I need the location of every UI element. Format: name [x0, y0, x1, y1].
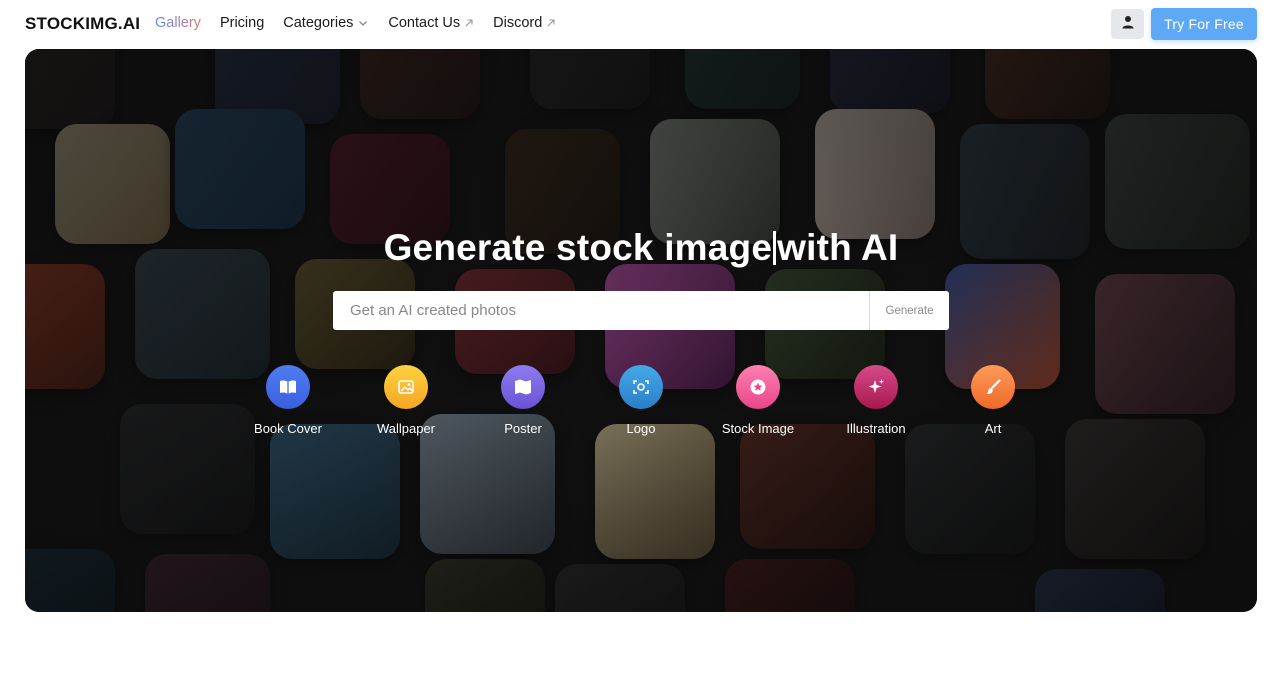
hero-overlay [25, 49, 1257, 612]
map-icon [501, 365, 545, 409]
nav-discord-label: Discord [493, 15, 543, 31]
brush-icon [971, 365, 1015, 409]
user-icon [1121, 15, 1135, 34]
nav-pricing-label: Pricing [219, 15, 265, 31]
book-icon [266, 365, 310, 409]
category-label: Logo [626, 421, 656, 436]
focus-icon [619, 365, 663, 409]
try-for-free-button[interactable]: Try For Free [1151, 8, 1257, 40]
category-shortcuts: Book Cover Wallpaper Poster Logo Stock I… [25, 365, 1257, 445]
star-icon [736, 365, 780, 409]
category-label: Book Cover [254, 421, 322, 436]
prompt-search-bar: Generate [333, 291, 949, 330]
generate-button[interactable]: Generate [869, 291, 949, 330]
nav-contact-us[interactable]: Contact Us [388, 15, 474, 31]
sparkles-icon [854, 365, 898, 409]
category-label: Wallpaper [376, 421, 436, 436]
nav-links: Gallery Pricing Categories Contact Us Di… [155, 15, 575, 31]
category-art[interactable]: Art [943, 365, 1043, 436]
nav-gallery-label: Gallery [155, 15, 201, 31]
typing-caret [773, 231, 777, 265]
nav-gallery[interactable]: Gallery [155, 15, 201, 31]
headline-text-end: with AI [777, 227, 899, 268]
category-label: Illustration [846, 421, 906, 436]
image-icon [384, 365, 428, 409]
nav-categories-label: Categories [283, 15, 354, 31]
logo[interactable]: STOCKIMG.AI [25, 14, 140, 34]
nav-discord[interactable]: Discord [493, 15, 556, 31]
prompt-input[interactable] [333, 291, 869, 330]
user-account-button[interactable] [1111, 9, 1144, 39]
hero-banner: Generate stock imagewith AI Generate Boo… [25, 49, 1257, 612]
hero-headline: Generate stock image with AI [25, 227, 1257, 269]
category-stock-image[interactable]: Stock Image [708, 365, 808, 436]
category-book-cover[interactable]: Book Cover [238, 365, 338, 436]
category-label: Poster [504, 421, 542, 436]
category-illustration[interactable]: Illustration [826, 365, 926, 436]
headline-text: Generate stock image [383, 227, 773, 268]
category-label: Art [984, 421, 1002, 436]
nav-categories[interactable]: Categories [283, 15, 369, 31]
top-nav: STOCKIMG.AI Gallery Pricing Categories C… [0, 0, 1280, 48]
nav-contact-us-label: Contact Us [388, 15, 461, 31]
category-poster[interactable]: Poster [473, 365, 573, 436]
category-logo[interactable]: Logo [591, 365, 691, 436]
nav-pricing[interactable]: Pricing [220, 15, 264, 31]
chevron-down-icon [357, 17, 369, 29]
category-label: Stock Image [721, 421, 795, 436]
external-link-icon [546, 18, 556, 28]
external-link-icon [464, 18, 474, 28]
category-wallpaper[interactable]: Wallpaper [356, 365, 456, 436]
